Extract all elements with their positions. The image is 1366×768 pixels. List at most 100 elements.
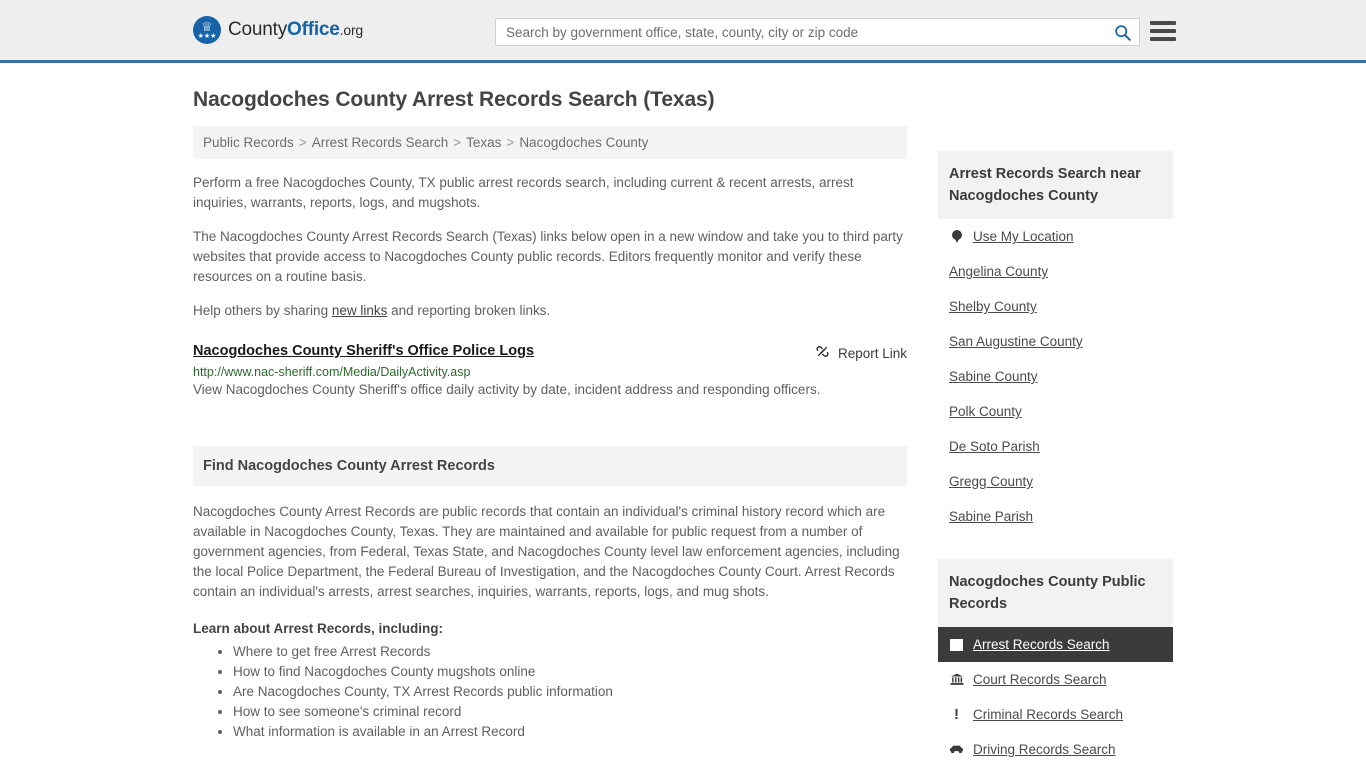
sidebar-item-label: Criminal Records Search xyxy=(973,707,1124,722)
id-card-icon xyxy=(949,638,964,651)
site-logo[interactable]: ♕ ★★★ CountyOffice.org xyxy=(193,16,363,44)
list-item: What information is available in an Arre… xyxy=(233,722,907,742)
sidebar-item-court-records-search[interactable]: Court Records Search xyxy=(938,662,1173,697)
list-item: Arrest Records Search xyxy=(938,627,1173,662)
breadcrumb-item-2[interactable]: Texas xyxy=(466,135,501,150)
list-item: Driving Records Search xyxy=(938,732,1173,767)
eagle-glyph: ♕ xyxy=(201,19,213,34)
sidebar-item-use-my-location[interactable]: Use My Location xyxy=(938,219,1173,254)
report-link-button[interactable]: Report Link xyxy=(815,343,907,362)
sidebar-item-label: Sabine Parish xyxy=(949,509,1034,524)
content-row: Public Records > Arrest Records Search > Tex… xyxy=(193,126,1173,768)
sidebar-item-criminal-records-search[interactable]: ! Criminal Records Search xyxy=(938,697,1173,732)
page-container: Nacogdoches County Arrest Records Search… xyxy=(0,88,1366,768)
exclamation-icon: ! xyxy=(954,706,959,723)
sidebar: Arrest Records Search near Nacogdoches C… xyxy=(938,126,1173,768)
result-link-block: Nacogdoches County Sheriff's Office Poli… xyxy=(193,343,907,400)
list-item: How to see someone's criminal record xyxy=(233,702,907,722)
sidebar-item-san-augustine-county[interactable]: San Augustine County xyxy=(938,324,1173,359)
courthouse-icon xyxy=(949,673,964,686)
share-text-after: and reporting broken links. xyxy=(387,303,551,318)
sidebar-item-gregg-county[interactable]: Gregg County xyxy=(938,464,1173,499)
intro-paragraph-2: The Nacogdoches County Arrest Records Se… xyxy=(193,229,903,284)
list-item: San Augustine County xyxy=(938,324,1173,359)
list-item: Shelby County xyxy=(938,289,1173,324)
sidebar-item-de-soto-parish[interactable]: De Soto Parish xyxy=(938,429,1173,464)
brand-part-county: County xyxy=(228,19,288,40)
list-item: Gregg County xyxy=(938,464,1173,499)
result-description: View Nacogdoches County Sheriff's office… xyxy=(193,382,821,397)
brand-part-org: .org xyxy=(339,22,364,38)
share-text-before: Help others by sharing xyxy=(193,303,332,318)
sidebar-item-arrest-records-search[interactable]: Arrest Records Search xyxy=(938,627,1173,662)
menu-bar-3 xyxy=(1150,37,1176,41)
brand-wordmark: CountyOffice.org xyxy=(228,19,363,41)
sidebar-item-label: San Augustine County xyxy=(949,334,1083,349)
sidebar-item-label: Driving Records Search xyxy=(973,742,1116,757)
list-item: Where to get free Arrest Records xyxy=(233,642,907,662)
list-item: Angelina County xyxy=(938,254,1173,289)
list-item: Court Records Search xyxy=(938,662,1173,697)
sidebar-item-angelina-county[interactable]: Angelina County xyxy=(938,254,1173,289)
sidebar-item-label: Shelby County xyxy=(949,299,1037,314)
broken-link-icon xyxy=(815,344,830,362)
learn-about-label: Learn about Arrest Records, including: xyxy=(193,621,444,636)
search-bar xyxy=(495,18,1140,46)
new-links-link[interactable]: new links xyxy=(332,303,388,318)
nearby-search-heading: Arrest Records Search near Nacogdoches C… xyxy=(938,151,1173,219)
result-header-row: Nacogdoches County Sheriff's Office Poli… xyxy=(193,343,907,362)
site-header: ♕ ★★★ CountyOffice.org xyxy=(0,0,1366,63)
sidebar-item-label: Arrest Records Search xyxy=(973,637,1110,652)
public-records-heading: Nacogdoches County Public Records xyxy=(938,559,1173,627)
list-item: Sabine County xyxy=(938,359,1173,394)
list-item: Polk County xyxy=(938,394,1173,429)
breadcrumb-separator: > xyxy=(298,135,307,150)
breadcrumb-item-1[interactable]: Arrest Records Search xyxy=(312,135,449,150)
sidebar-item-label: Court Records Search xyxy=(973,672,1107,687)
sidebar-item-sabine-parish[interactable]: Sabine Parish xyxy=(938,499,1173,534)
main-column: Public Records > Arrest Records Search > Tex… xyxy=(193,126,907,742)
menu-bar-1 xyxy=(1150,21,1176,25)
list-item: How to find Nacogdoches County mugshots … xyxy=(233,662,907,682)
sidebar-item-label: Polk County xyxy=(949,404,1022,419)
stars-glyph: ★★★ xyxy=(197,33,217,40)
breadcrumb-item-0[interactable]: Public Records xyxy=(203,135,294,150)
list-item: De Soto Parish xyxy=(938,429,1173,464)
nearby-county-list: Use My Location Angelina County Shelby C… xyxy=(938,219,1173,534)
breadcrumb-item-3[interactable]: Nacogdoches County xyxy=(519,135,648,150)
report-link-label: Report Link xyxy=(837,345,907,361)
sidebar-item-polk-county[interactable]: Polk County xyxy=(938,394,1173,429)
learn-about-list: Where to get free Arrest Records How to … xyxy=(193,642,907,742)
brand-part-office: Office xyxy=(287,19,340,40)
intro-paragraph-3: Help others by sharing new links and rep… xyxy=(193,301,907,321)
result-url: http://www.nac-sheriff.com/Media/DailyAc… xyxy=(193,365,471,379)
list-item: Are Nacogdoches County, TX Arrest Record… xyxy=(233,682,907,702)
sidebar-item-label: Sabine County xyxy=(949,369,1038,384)
public-records-panel: Nacogdoches County Public Records Arrest… xyxy=(938,559,1173,768)
nearby-search-panel: Arrest Records Search near Nacogdoches C… xyxy=(938,151,1173,534)
find-records-section: Find Nacogdoches County Arrest Records N… xyxy=(193,446,907,742)
breadcrumb-separator: > xyxy=(453,135,462,150)
result-title-link[interactable]: Nacogdoches County Sheriff's Office Poli… xyxy=(193,343,534,359)
sidebar-item-label: De Soto Parish xyxy=(949,439,1040,454)
breadcrumb: Public Records > Arrest Records Search > Tex… xyxy=(193,126,907,159)
countyoffice-emblem-icon: ♕ ★★★ xyxy=(193,16,221,44)
find-records-heading: Find Nacogdoches County Arrest Records xyxy=(193,446,907,486)
sidebar-item-label: Gregg County xyxy=(949,474,1034,489)
sidebar-item-label: Angelina County xyxy=(949,264,1049,279)
public-records-list: Arrest Records Search Court Records Sear… xyxy=(938,627,1173,768)
hamburger-menu-icon[interactable] xyxy=(1150,19,1176,43)
find-records-body: Nacogdoches County Arrest Records are pu… xyxy=(193,504,900,599)
sidebar-item-driving-records-search[interactable]: Driving Records Search xyxy=(938,732,1173,767)
car-icon xyxy=(949,744,964,755)
sidebar-item-shelby-county[interactable]: Shelby County xyxy=(938,289,1173,324)
search-input[interactable] xyxy=(496,19,1105,45)
breadcrumb-separator: > xyxy=(506,135,515,150)
list-item: ! Criminal Records Search xyxy=(938,697,1173,732)
map-pin-icon xyxy=(949,229,964,244)
sidebar-item-sabine-county[interactable]: Sabine County xyxy=(938,359,1173,394)
sidebar-item-label: Use My Location xyxy=(973,229,1074,244)
search-icon[interactable] xyxy=(1105,19,1139,45)
list-item: Use My Location xyxy=(938,219,1173,254)
menu-bar-2 xyxy=(1150,29,1176,33)
